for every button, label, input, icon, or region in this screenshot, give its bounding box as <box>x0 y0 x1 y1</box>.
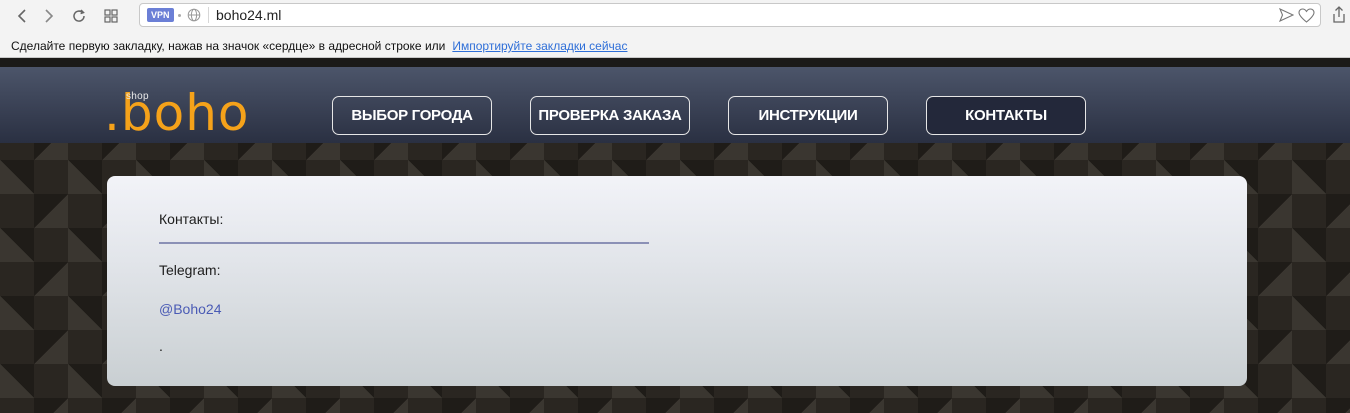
reload-button[interactable] <box>67 5 91 27</box>
vpn-badge[interactable]: VPN <box>147 8 174 22</box>
share-icon[interactable] <box>1332 6 1346 24</box>
address-bar[interactable]: VPN boho24.ml <box>139 3 1321 27</box>
telegram-label: Telegram: <box>159 262 221 278</box>
forward-button[interactable] <box>37 5 61 27</box>
heart-icon[interactable] <box>1298 8 1315 23</box>
tab-grid-button[interactable] <box>99 5 123 27</box>
globe-icon <box>187 8 201 22</box>
address-divider <box>208 7 209 23</box>
back-button[interactable] <box>10 5 34 27</box>
send-icon[interactable] <box>1279 8 1294 22</box>
site-body: .boho shop ВЫБОР ГОРОДА ПРОВЕРКА ЗАКАЗА … <box>0 58 1350 413</box>
contacts-card: Контакты: Telegram: @Boho24 . <box>107 176 1247 386</box>
forward-arrow-icon <box>45 9 54 23</box>
site-header: .boho shop ВЫБОР ГОРОДА ПРОВЕРКА ЗАКАЗА … <box>0 67 1350 143</box>
telegram-handle-link[interactable]: @Boho24 <box>159 301 221 317</box>
bookmarks-prompt: Сделайте первую закладку, нажав на значо… <box>11 39 446 53</box>
heading-divider <box>159 242 649 244</box>
nav-instructions[interactable]: ИНСТРУКЦИИ <box>728 96 888 135</box>
logo-shop-text: shop <box>126 91 149 102</box>
nav-contacts[interactable]: КОНТАКТЫ <box>926 96 1086 135</box>
trailing-text: . <box>159 338 163 354</box>
back-arrow-icon <box>17 9 26 23</box>
site-logo[interactable]: .boho shop <box>104 88 284 144</box>
nav-order-check[interactable]: ПРОВЕРКА ЗАКАЗА <box>530 96 690 135</box>
import-bookmarks-link[interactable]: Импортируйте закладки сейчас <box>452 39 627 53</box>
url-text[interactable]: boho24.ml <box>216 7 281 24</box>
address-separator-dot <box>178 14 181 17</box>
bookmarks-bar: Сделайте первую закладку, нажав на значо… <box>0 34 1350 58</box>
site-top-strip <box>0 58 1350 67</box>
grid-icon <box>104 9 118 23</box>
contacts-heading: Контакты: <box>159 211 224 227</box>
reload-icon <box>73 9 85 22</box>
nav-city-select[interactable]: ВЫБОР ГОРОДА <box>332 96 492 135</box>
browser-toolbar: VPN boho24.ml <box>0 0 1350 34</box>
